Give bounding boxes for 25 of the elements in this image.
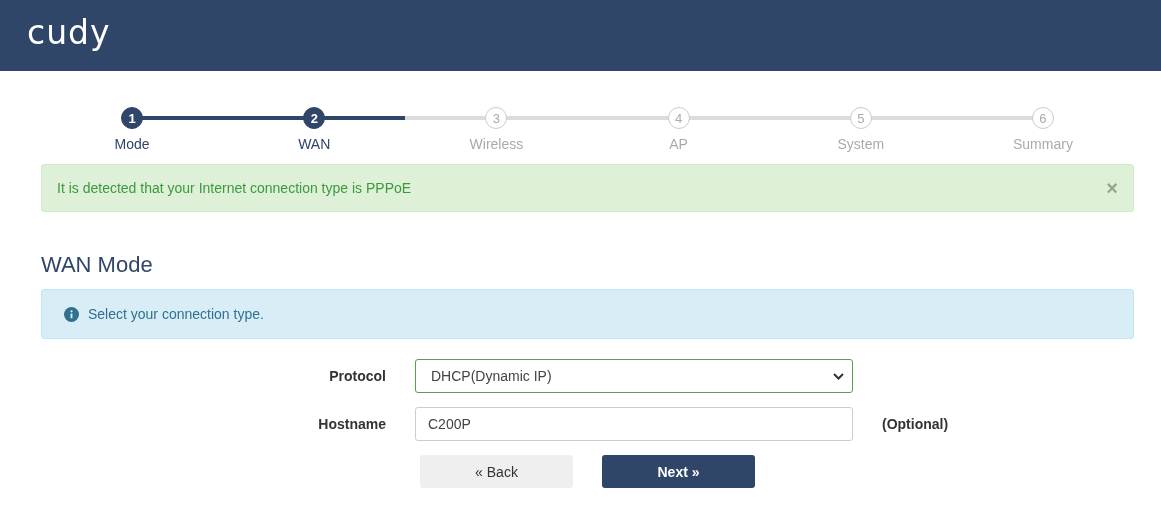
step-number: 1 bbox=[121, 107, 144, 129]
info-message: Select your connection type. bbox=[88, 306, 264, 322]
step-number: 6 bbox=[1031, 107, 1054, 129]
step-label: System bbox=[837, 136, 885, 152]
step-number: 2 bbox=[303, 107, 326, 129]
section-title: WAN Mode bbox=[41, 252, 154, 278]
step-label: AP bbox=[669, 136, 688, 152]
step-label: Mode bbox=[114, 136, 150, 152]
step-number: 4 bbox=[667, 107, 690, 129]
field-label: Protocol bbox=[328, 368, 386, 384]
logo: cudy bbox=[27, 13, 111, 52]
step-number: 3 bbox=[485, 107, 508, 129]
optional-note: (Optional) bbox=[882, 416, 949, 432]
alert-message: It is detected that your Internet connection type is PPPoE bbox=[57, 180, 412, 196]
step-number: 5 bbox=[849, 107, 872, 129]
hostname-field[interactable]: C200P bbox=[415, 407, 853, 441]
step-label: Wireless bbox=[469, 136, 524, 152]
protocol-select[interactable]: DHCP(Dynamic IP) bbox=[415, 359, 853, 393]
field-label: Hostname bbox=[317, 416, 386, 432]
back-button[interactable]: « Back bbox=[420, 455, 573, 488]
next-button[interactable]: Next » bbox=[602, 455, 755, 488]
step-label: Summary bbox=[1013, 136, 1073, 152]
step-label: WAN bbox=[298, 136, 331, 152]
info-icon bbox=[64, 306, 79, 322]
caret-icon bbox=[833, 372, 844, 380]
